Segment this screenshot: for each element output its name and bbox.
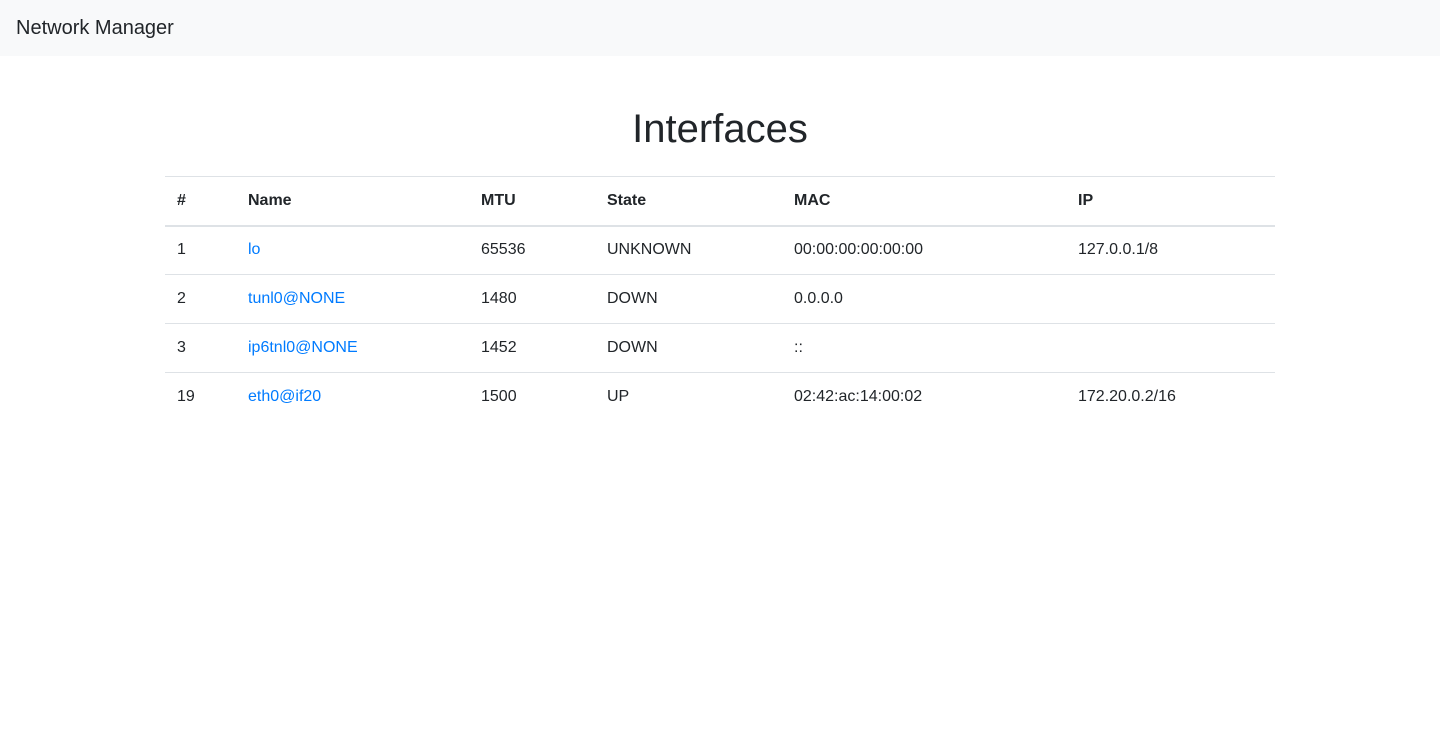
main-content: Interfaces # Name MTU State MAC IP 1 lo … [165, 109, 1275, 422]
cell-ip [1066, 274, 1275, 324]
cell-mac: 0.0.0.0 [782, 274, 1066, 324]
cell-name: lo [236, 225, 469, 275]
table-header: # Name MTU State MAC IP [165, 176, 1275, 227]
cell-name: tunl0@NONE [236, 274, 469, 324]
cell-state: UP [595, 372, 782, 422]
interface-link[interactable]: ip6tnl0@NONE [248, 339, 358, 356]
interface-link[interactable]: tunl0@NONE [248, 290, 345, 307]
cell-ip [1066, 323, 1275, 373]
column-header-mtu: MTU [469, 176, 595, 227]
cell-state: DOWN [595, 274, 782, 324]
brand-link[interactable]: Network Manager [16, 18, 174, 38]
table-row: 19 eth0@if20 1500 UP 02:42:ac:14:00:02 1… [165, 372, 1275, 422]
table-row: 3 ip6tnl0@NONE 1452 DOWN :: [165, 323, 1275, 373]
cell-index: 2 [165, 274, 236, 324]
cell-mac: :: [782, 323, 1066, 373]
cell-mac: 00:00:00:00:00:00 [782, 225, 1066, 275]
cell-index: 1 [165, 225, 236, 275]
column-header-state: State [595, 176, 782, 227]
interface-link[interactable]: lo [248, 241, 260, 258]
cell-mtu: 1480 [469, 274, 595, 324]
cell-mtu: 1500 [469, 372, 595, 422]
cell-name: ip6tnl0@NONE [236, 323, 469, 373]
cell-mtu: 65536 [469, 225, 595, 275]
column-header-ip: IP [1066, 176, 1275, 227]
cell-state: DOWN [595, 323, 782, 373]
page-title: Interfaces [632, 107, 808, 151]
table-header-row: # Name MTU State MAC IP [165, 176, 1275, 227]
cell-mtu: 1452 [469, 323, 595, 373]
cell-index: 3 [165, 323, 236, 373]
cell-index: 19 [165, 372, 236, 422]
column-header-name: Name [236, 176, 469, 227]
cell-ip: 127.0.0.1/8 [1066, 225, 1275, 275]
interface-link[interactable]: eth0@if20 [248, 388, 321, 405]
table-row: 2 tunl0@NONE 1480 DOWN 0.0.0.0 [165, 274, 1275, 324]
cell-state: UNKNOWN [595, 225, 782, 275]
column-header-mac: MAC [782, 176, 1066, 227]
cell-mac: 02:42:ac:14:00:02 [782, 372, 1066, 422]
interfaces-table: # Name MTU State MAC IP 1 lo 65536 UNKNO… [165, 176, 1275, 422]
cell-ip: 172.20.0.2/16 [1066, 372, 1275, 422]
column-header-index: # [165, 176, 236, 227]
cell-name: eth0@if20 [236, 372, 469, 422]
table-body: 1 lo 65536 UNKNOWN 00:00:00:00:00:00 127… [165, 225, 1275, 422]
table-row: 1 lo 65536 UNKNOWN 00:00:00:00:00:00 127… [165, 225, 1275, 275]
navbar: Network Manager [0, 0, 1440, 56]
